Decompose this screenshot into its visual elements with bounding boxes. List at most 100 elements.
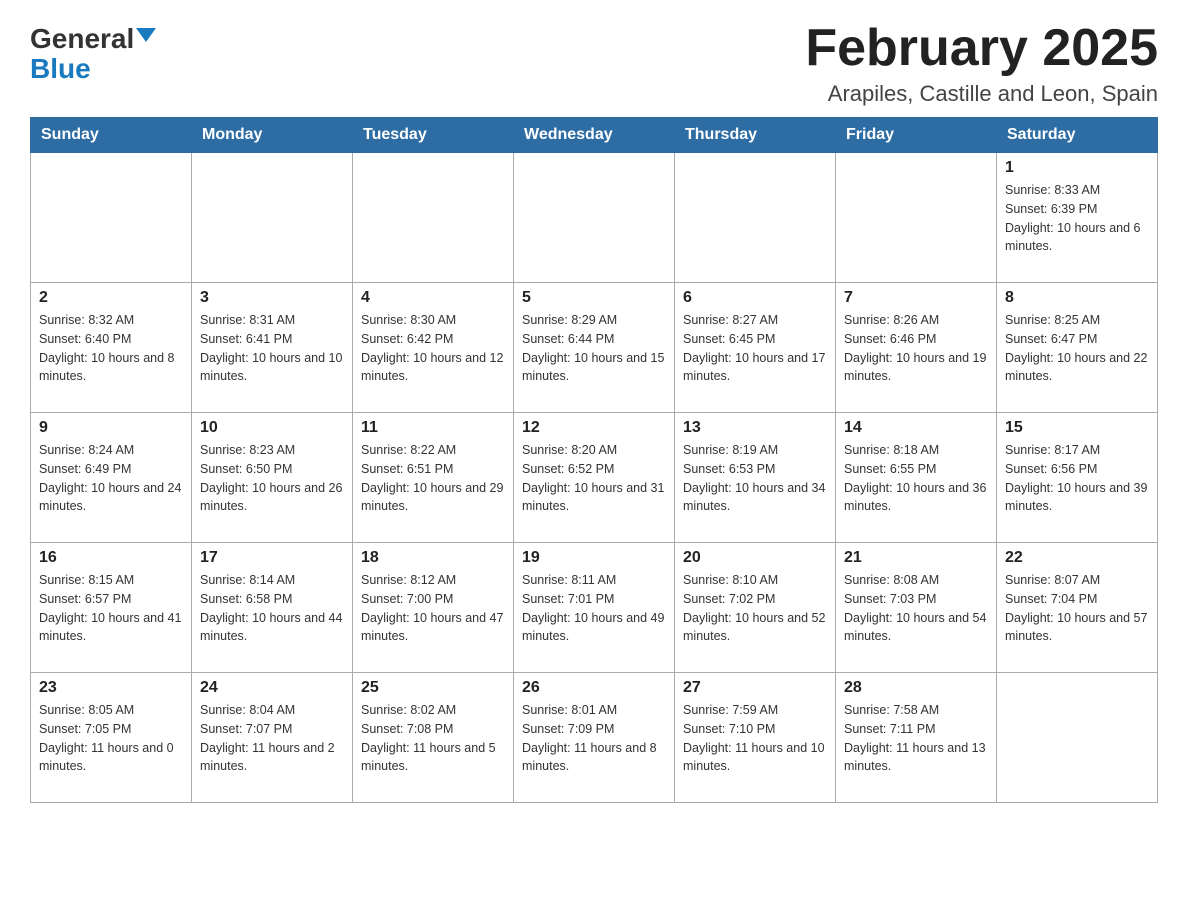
day-of-week-header: Thursday	[675, 118, 836, 153]
day-info: Sunrise: 8:31 AMSunset: 6:41 PMDaylight:…	[200, 311, 344, 386]
calendar-header-row: SundayMondayTuesdayWednesdayThursdayFrid…	[31, 118, 1158, 153]
day-info: Sunrise: 8:29 AMSunset: 6:44 PMDaylight:…	[522, 311, 666, 386]
day-number: 23	[39, 679, 183, 697]
calendar-day-cell: 25 Sunrise: 8:02 AMSunset: 7:08 PMDayligh…	[353, 673, 514, 803]
day-number: 13	[683, 419, 827, 437]
day-info: Sunrise: 8:04 AMSunset: 7:07 PMDaylight:…	[200, 701, 344, 776]
day-info: Sunrise: 8:30 AMSunset: 6:42 PMDaylight:…	[361, 311, 505, 386]
day-info: Sunrise: 8:22 AMSunset: 6:51 PMDaylight:…	[361, 441, 505, 516]
day-info: Sunrise: 8:08 AMSunset: 7:03 PMDaylight:…	[844, 571, 988, 646]
calendar-day-cell	[514, 153, 675, 283]
calendar-day-cell: 3 Sunrise: 8:31 AMSunset: 6:41 PMDaylight…	[192, 283, 353, 413]
calendar-day-cell: 14Sunrise: 8:18 AMSunset: 6:55 PMDayligh…	[836, 413, 997, 543]
day-number: 1	[1005, 159, 1149, 177]
calendar-day-cell: 28 Sunrise: 7:58 AMSunset: 7:11 PMDayligh…	[836, 673, 997, 803]
day-number: 22	[1005, 549, 1149, 567]
calendar-day-cell	[353, 153, 514, 283]
calendar-day-cell	[192, 153, 353, 283]
day-info: Sunrise: 8:12 AMSunset: 7:00 PMDaylight:…	[361, 571, 505, 646]
day-info: Sunrise: 8:25 AMSunset: 6:47 PMDaylight:…	[1005, 311, 1149, 386]
day-number: 9	[39, 419, 183, 437]
calendar-week-row: 16Sunrise: 8:15 AMSunset: 6:57 PMDayligh…	[31, 543, 1158, 673]
calendar-day-cell: 24 Sunrise: 8:04 AMSunset: 7:07 PMDayligh…	[192, 673, 353, 803]
day-info: Sunrise: 8:24 AMSunset: 6:49 PMDaylight:…	[39, 441, 183, 516]
calendar-day-cell	[675, 153, 836, 283]
calendar-day-cell: 8 Sunrise: 8:25 AMSunset: 6:47 PMDaylight…	[997, 283, 1158, 413]
calendar-day-cell: 22 Sunrise: 8:07 AMSunset: 7:04 PMDayligh…	[997, 543, 1158, 673]
calendar-day-cell: 16Sunrise: 8:15 AMSunset: 6:57 PMDayligh…	[31, 543, 192, 673]
day-info: Sunrise: 7:58 AMSunset: 7:11 PMDaylight:…	[844, 701, 988, 776]
header: General Blue February 2025 Arapiles, Cas…	[30, 20, 1158, 107]
day-number: 17	[200, 549, 344, 567]
day-info: Sunrise: 8:27 AMSunset: 6:45 PMDaylight:…	[683, 311, 827, 386]
day-info: Sunrise: 8:20 AMSunset: 6:52 PMDaylight:…	[522, 441, 666, 516]
calendar-day-cell: 27 Sunrise: 7:59 AMSunset: 7:10 PMDayligh…	[675, 673, 836, 803]
day-info: Sunrise: 8:23 AMSunset: 6:50 PMDaylight:…	[200, 441, 344, 516]
day-info: Sunrise: 8:07 AMSunset: 7:04 PMDaylight:…	[1005, 571, 1149, 646]
day-number: 7	[844, 289, 988, 307]
day-number: 5	[522, 289, 666, 307]
logo: General Blue	[30, 20, 156, 85]
calendar-day-cell: 20Sunrise: 8:10 AMSunset: 7:02 PMDayligh…	[675, 543, 836, 673]
calendar-day-cell: 15 Sunrise: 8:17 AMSunset: 6:56 PMDayligh…	[997, 413, 1158, 543]
day-of-week-header: Saturday	[997, 118, 1158, 153]
calendar-day-cell: 7Sunrise: 8:26 AMSunset: 6:46 PMDaylight…	[836, 283, 997, 413]
calendar-day-cell	[31, 153, 192, 283]
day-info: Sunrise: 8:19 AMSunset: 6:53 PMDaylight:…	[683, 441, 827, 516]
day-number: 18	[361, 549, 505, 567]
calendar-week-row: 23 Sunrise: 8:05 AMSunset: 7:05 PMDayligh…	[31, 673, 1158, 803]
day-of-week-header: Wednesday	[514, 118, 675, 153]
day-of-week-header: Friday	[836, 118, 997, 153]
day-number: 25	[361, 679, 505, 697]
title-area: February 2025 Arapiles, Castille and Leo…	[805, 20, 1158, 107]
day-info: Sunrise: 8:14 AMSunset: 6:58 PMDaylight:…	[200, 571, 344, 646]
day-number: 24	[200, 679, 344, 697]
day-number: 28	[844, 679, 988, 697]
day-info: Sunrise: 8:33 AMSunset: 6:39 PMDaylight:…	[1005, 181, 1149, 256]
day-info: Sunrise: 8:17 AMSunset: 6:56 PMDaylight:…	[1005, 441, 1149, 516]
calendar-day-cell: 2 Sunrise: 8:32 AMSunset: 6:40 PMDaylight…	[31, 283, 192, 413]
calendar-week-row: 1 Sunrise: 8:33 AMSunset: 6:39 PMDaylight…	[31, 153, 1158, 283]
calendar-day-cell: 23 Sunrise: 8:05 AMSunset: 7:05 PMDayligh…	[31, 673, 192, 803]
day-info: Sunrise: 7:59 AMSunset: 7:10 PMDaylight:…	[683, 701, 827, 776]
day-info: Sunrise: 8:32 AMSunset: 6:40 PMDaylight:…	[39, 311, 183, 386]
calendar-day-cell: 11 Sunrise: 8:22 AMSunset: 6:51 PMDayligh…	[353, 413, 514, 543]
day-number: 26	[522, 679, 666, 697]
calendar-day-cell: 9 Sunrise: 8:24 AMSunset: 6:49 PMDaylight…	[31, 413, 192, 543]
day-of-week-header: Monday	[192, 118, 353, 153]
day-of-week-header: Tuesday	[353, 118, 514, 153]
day-info: Sunrise: 8:01 AMSunset: 7:09 PMDaylight:…	[522, 701, 666, 776]
day-number: 10	[200, 419, 344, 437]
logo-triangle-icon	[136, 28, 156, 42]
day-number: 6	[683, 289, 827, 307]
day-info: Sunrise: 8:10 AMSunset: 7:02 PMDaylight:…	[683, 571, 827, 646]
day-number: 2	[39, 289, 183, 307]
day-number: 8	[1005, 289, 1149, 307]
calendar-day-cell: 18 Sunrise: 8:12 AMSunset: 7:00 PMDayligh…	[353, 543, 514, 673]
day-number: 4	[361, 289, 505, 307]
calendar-day-cell: 12Sunrise: 8:20 AMSunset: 6:52 PMDayligh…	[514, 413, 675, 543]
calendar-day-cell: 13 Sunrise: 8:19 AMSunset: 6:53 PMDayligh…	[675, 413, 836, 543]
calendar-day-cell: 19Sunrise: 8:11 AMSunset: 7:01 PMDayligh…	[514, 543, 675, 673]
calendar-day-cell: 6 Sunrise: 8:27 AMSunset: 6:45 PMDaylight…	[675, 283, 836, 413]
day-number: 19	[522, 549, 666, 567]
logo-blue: Blue	[30, 53, 91, 85]
day-of-week-header: Sunday	[31, 118, 192, 153]
calendar-day-cell: 26 Sunrise: 8:01 AMSunset: 7:09 PMDayligh…	[514, 673, 675, 803]
calendar-day-cell: 17 Sunrise: 8:14 AMSunset: 6:58 PMDayligh…	[192, 543, 353, 673]
calendar-day-cell	[836, 153, 997, 283]
day-number: 11	[361, 419, 505, 437]
calendar-day-cell: 5 Sunrise: 8:29 AMSunset: 6:44 PMDaylight…	[514, 283, 675, 413]
day-info: Sunrise: 8:15 AMSunset: 6:57 PMDaylight:…	[39, 571, 183, 646]
calendar-day-cell: 21Sunrise: 8:08 AMSunset: 7:03 PMDayligh…	[836, 543, 997, 673]
day-info: Sunrise: 8:18 AMSunset: 6:55 PMDaylight:…	[844, 441, 988, 516]
day-number: 27	[683, 679, 827, 697]
day-info: Sunrise: 8:02 AMSunset: 7:08 PMDaylight:…	[361, 701, 505, 776]
calendar-day-cell: 1 Sunrise: 8:33 AMSunset: 6:39 PMDaylight…	[997, 153, 1158, 283]
day-number: 15	[1005, 419, 1149, 437]
calendar-title: February 2025	[805, 20, 1158, 77]
day-number: 3	[200, 289, 344, 307]
logo-general: General	[30, 25, 134, 53]
calendar-table: SundayMondayTuesdayWednesdayThursdayFrid…	[30, 117, 1158, 803]
day-info: Sunrise: 8:05 AMSunset: 7:05 PMDaylight:…	[39, 701, 183, 776]
